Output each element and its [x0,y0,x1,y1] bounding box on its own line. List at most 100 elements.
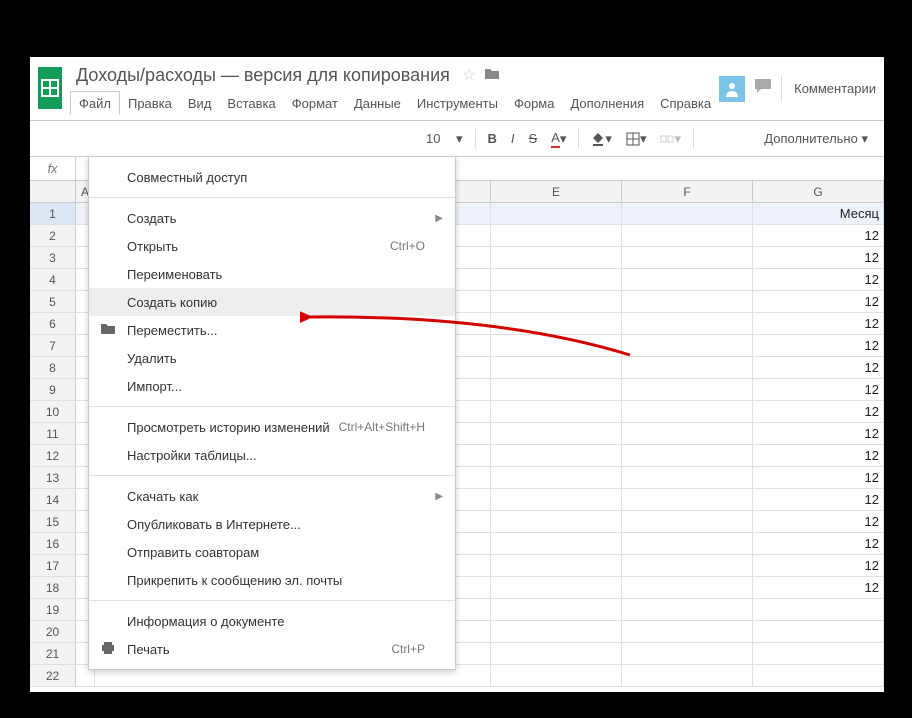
cell[interactable] [622,489,753,510]
menu-item-справка[interactable]: Справка [652,92,719,115]
row-header[interactable]: 11 [30,423,76,444]
menu-item-файл[interactable]: Файл [70,91,120,115]
cell[interactable] [491,577,622,598]
row-header[interactable]: 13 [30,467,76,488]
cell[interactable]: 12 [753,247,884,268]
cell[interactable]: 12 [753,225,884,246]
row-header[interactable]: 19 [30,599,76,620]
cell[interactable] [622,357,753,378]
strikethrough-button[interactable]: S [523,127,544,150]
row-header[interactable]: 12 [30,445,76,466]
cell[interactable]: 12 [753,379,884,400]
menu-item[interactable]: Скачать как▶ [89,482,455,510]
menu-item-формат[interactable]: Формат [284,92,346,115]
cell[interactable] [491,291,622,312]
menu-item-данные[interactable]: Данные [346,92,409,115]
cell[interactable] [622,335,753,356]
cell[interactable] [622,621,753,642]
menu-item[interactable]: ПечатьCtrl+P [89,635,455,663]
cell[interactable] [491,313,622,334]
cell[interactable] [622,401,753,422]
fx-label[interactable]: fx [30,157,76,180]
chat-icon[interactable] [753,77,773,100]
menu-item-дополнения[interactable]: Дополнения [562,92,652,115]
row-header[interactable]: 14 [30,489,76,510]
row-header[interactable]: 4 [30,269,76,290]
cell[interactable] [753,665,884,686]
cell[interactable] [622,225,753,246]
row-header[interactable]: 7 [30,335,76,356]
row-header[interactable]: 21 [30,643,76,664]
cell[interactable] [491,401,622,422]
cell[interactable]: 12 [753,401,884,422]
cell[interactable]: 12 [753,269,884,290]
row-header[interactable]: 6 [30,313,76,334]
row-header[interactable]: 18 [30,577,76,598]
cell[interactable]: Месяц [753,203,884,224]
menu-item[interactable]: Создать▶ [89,204,455,232]
menu-item[interactable]: Переименовать [89,260,455,288]
fill-color-button[interactable]: ▾ [585,127,618,151]
cell[interactable] [491,533,622,554]
row-header[interactable]: 10 [30,401,76,422]
cell[interactable] [622,445,753,466]
cell[interactable]: 12 [753,489,884,510]
menu-item[interactable]: Опубликовать в Интернете... [89,510,455,538]
menu-item-форма[interactable]: Форма [506,92,563,115]
borders-button[interactable]: ▾ [620,127,653,151]
cell[interactable] [622,269,753,290]
cell[interactable] [491,621,622,642]
row-header[interactable]: 9 [30,379,76,400]
cell[interactable] [753,621,884,642]
merge-cells-button[interactable]: ▾ [654,127,687,151]
cell[interactable] [491,247,622,268]
sheets-logo[interactable] [38,67,62,109]
cell[interactable] [491,643,622,664]
select-all-corner[interactable] [30,181,76,202]
cell[interactable]: 12 [753,511,884,532]
font-size-dropdown-icon[interactable]: ▾ [450,127,469,151]
row-header[interactable]: 2 [30,225,76,246]
cell[interactable] [622,203,753,224]
doc-title[interactable]: Доходы/расходы — версия для копирования [70,63,456,88]
row-header[interactable]: 3 [30,247,76,268]
cell[interactable]: 12 [753,533,884,554]
cell[interactable] [491,203,622,224]
row-header[interactable]: 20 [30,621,76,642]
cell[interactable] [491,467,622,488]
cell[interactable]: 12 [753,357,884,378]
cell[interactable] [753,643,884,664]
menu-item[interactable]: Импорт... [89,372,455,400]
cell[interactable] [622,665,753,686]
column-header[interactable]: F [622,181,753,202]
cell[interactable] [622,577,753,598]
menu-item[interactable]: Информация о документе [89,607,455,635]
cell[interactable]: 12 [753,555,884,576]
cell[interactable] [622,247,753,268]
cell[interactable] [753,599,884,620]
cell[interactable] [491,225,622,246]
row-header[interactable]: 8 [30,357,76,378]
menu-item[interactable]: Удалить [89,344,455,372]
cell[interactable] [491,269,622,290]
cell[interactable] [622,511,753,532]
cell[interactable] [491,489,622,510]
row-header[interactable]: 5 [30,291,76,312]
menu-item[interactable]: Совместный доступ [89,163,455,191]
cell[interactable] [622,599,753,620]
cell[interactable]: 12 [753,445,884,466]
cell[interactable]: 12 [753,577,884,598]
row-header[interactable]: 1 [30,203,76,224]
row-header[interactable]: 16 [30,533,76,554]
cell[interactable] [491,379,622,400]
menu-item[interactable]: Настройки таблицы... [89,441,455,469]
cell[interactable]: 12 [753,291,884,312]
text-color-button[interactable]: A ▾ [545,126,572,152]
cell[interactable] [491,357,622,378]
toolbar-more-button[interactable]: Дополнительно ▾ [756,127,876,151]
font-size-input[interactable]: 10 [420,127,448,150]
row-header[interactable]: 15 [30,511,76,532]
avatar[interactable] [719,76,745,102]
menu-item[interactable]: Просмотреть историю измененийCtrl+Alt+Sh… [89,413,455,441]
menu-item[interactable]: ОткрытьCtrl+O [89,232,455,260]
